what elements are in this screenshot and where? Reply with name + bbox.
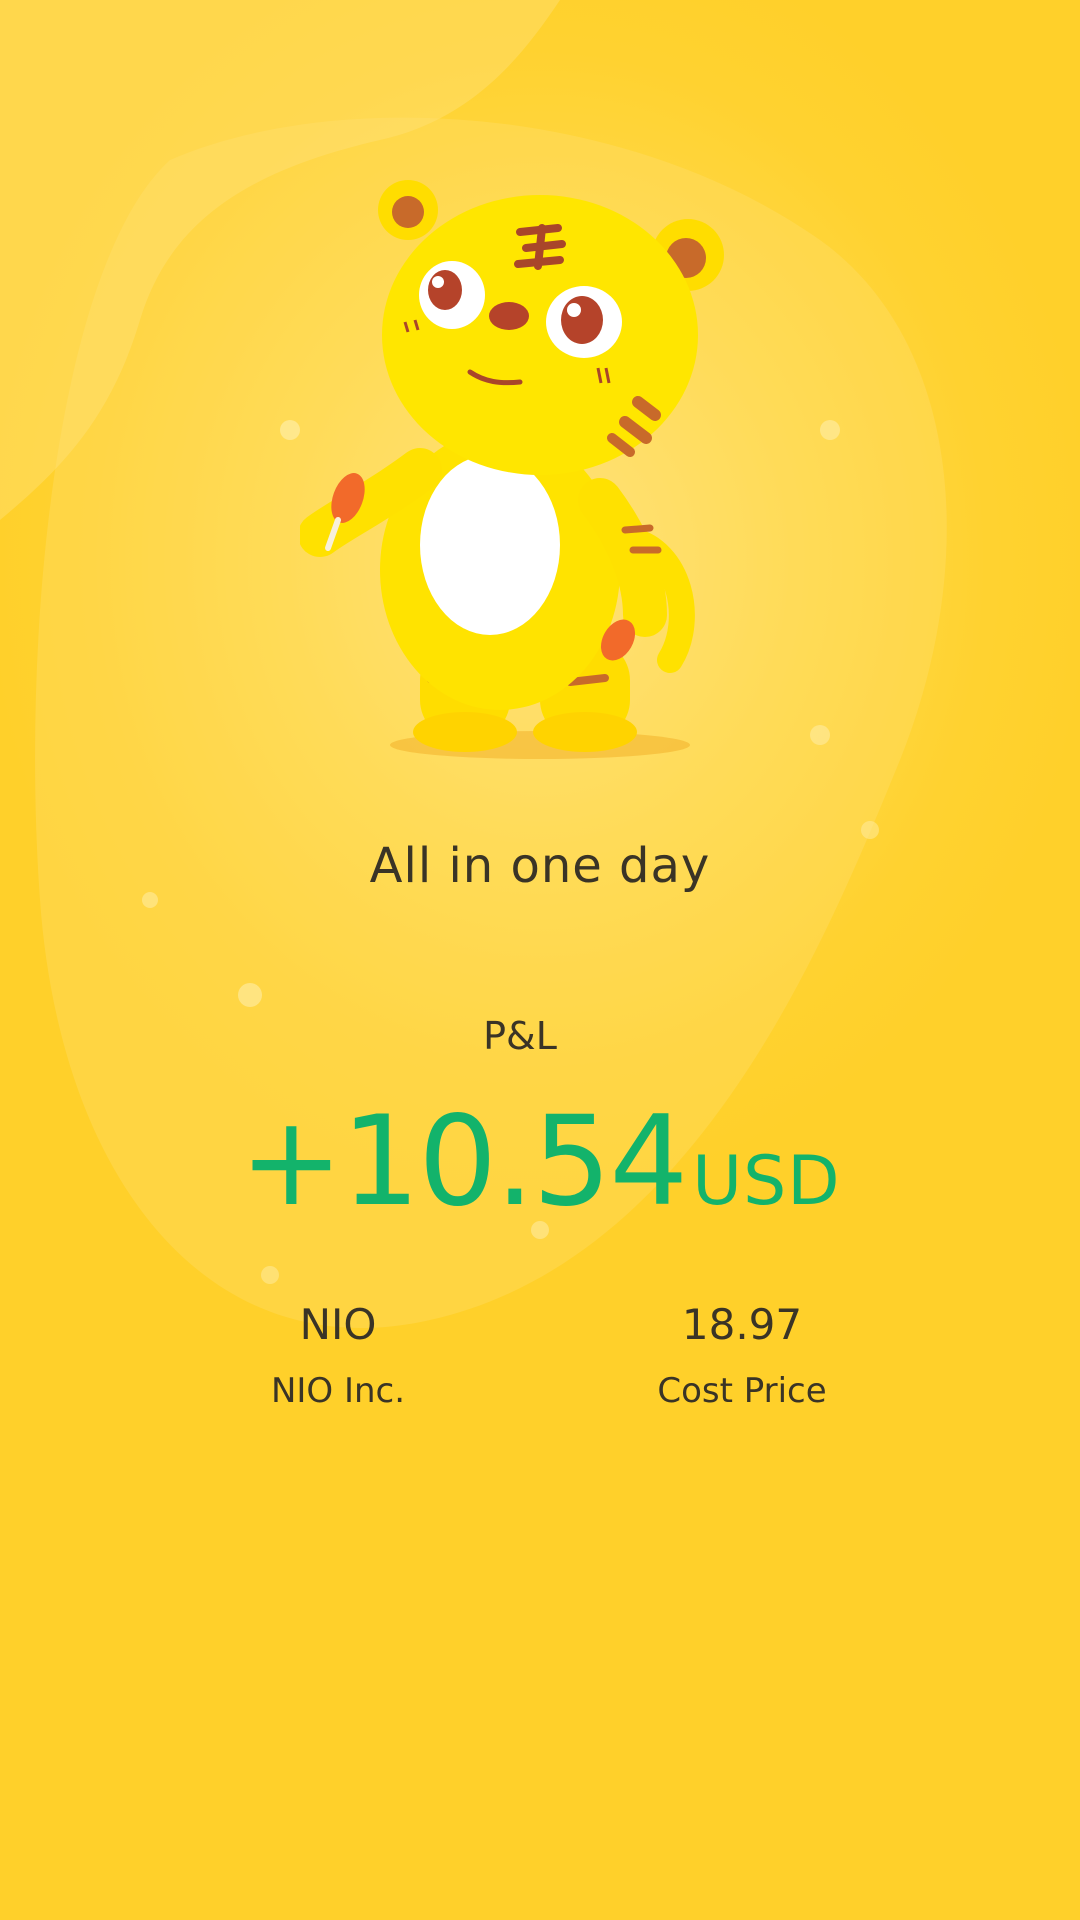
stock-name: NIO Inc. [270, 1371, 406, 1411]
pnl-currency: USD [692, 1142, 841, 1221]
pnl-label: P&L [483, 1014, 557, 1058]
cost-price-value: 18.97 [681, 1300, 803, 1349]
stock-info: NIO NIO Inc. [158, 1300, 518, 1411]
pnl-value: +10.54 [239, 1090, 688, 1234]
pnl-value-group: +10.54USD [0, 1090, 1080, 1234]
tiger-mascot-icon [300, 180, 724, 759]
cost-info: 18.97 Cost Price [562, 1300, 922, 1411]
stock-symbol: NIO [299, 1300, 377, 1349]
cost-price-label: Cost Price [657, 1371, 827, 1411]
tagline: All in one day [369, 838, 711, 894]
